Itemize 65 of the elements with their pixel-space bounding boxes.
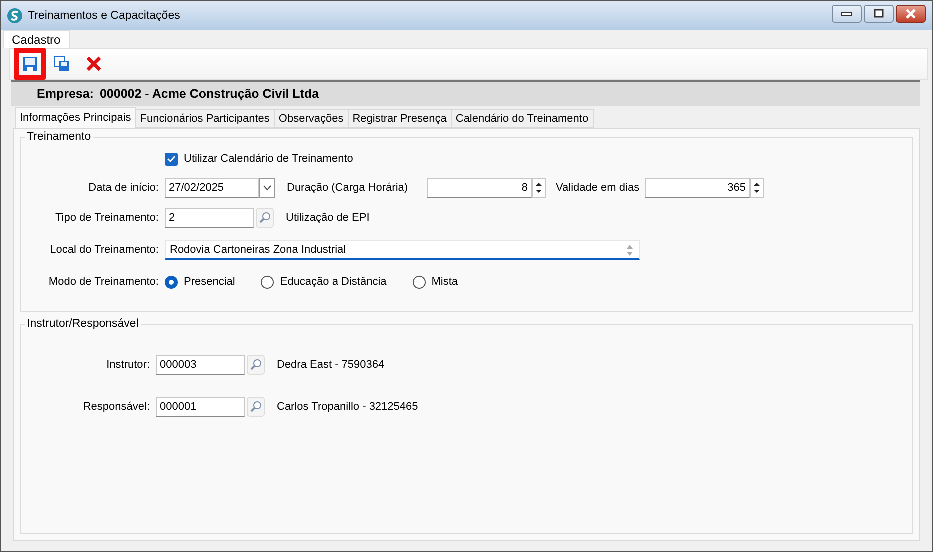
description-text: Utilização de EPI [286, 212, 370, 224]
chevron-down-icon [262, 185, 272, 191]
close-icon [86, 56, 102, 72]
radio-label: Mista [432, 276, 458, 288]
radio-option[interactable]: Presencial [165, 276, 236, 288]
tab[interactable]: Observações [274, 109, 349, 128]
group-title: Instrutor/Responsável [26, 318, 140, 330]
code-field[interactable]: 000001 [156, 397, 245, 417]
maximize-button[interactable] [864, 5, 894, 23]
field-label: Modo de Treinamento: [48, 276, 160, 288]
radio-label: Presencial [184, 276, 236, 288]
code-field[interactable]: 2 [165, 208, 254, 228]
radio-button[interactable] [412, 276, 426, 288]
number-field[interactable]: 365 [645, 178, 750, 198]
company-name: 000002 - Acme Construção Civil Ltda [100, 87, 320, 101]
text-field[interactable]: Rodovia Cartoneiras Zona Industrial [165, 240, 640, 260]
app-logo-icon [7, 8, 23, 24]
field-label: Instrutor: [106, 359, 151, 371]
field-label: Data de início: [88, 182, 160, 194]
field-label: Responsável: [82, 401, 151, 413]
spinner-icon[interactable] [750, 178, 764, 198]
company-label: Empresa: [37, 87, 94, 101]
radio-button[interactable] [165, 276, 178, 288]
search-button[interactable] [247, 397, 265, 417]
tab[interactable]: Informações Principais [15, 107, 136, 128]
close-icon [904, 9, 918, 19]
radio-option[interactable]: Educação a Distância [261, 276, 387, 288]
minimize-icon [841, 11, 853, 17]
tab[interactable]: Funcionários Participantes [135, 109, 275, 128]
radio-button[interactable] [261, 276, 274, 288]
save-button[interactable] [21, 55, 39, 73]
field-label: Validade em dias [556, 182, 641, 194]
code-field[interactable]: 000003 [156, 355, 245, 375]
description-text: Carlos Tropanillo - 32125465 [277, 401, 418, 413]
search-icon [250, 401, 262, 413]
description-text: Dedra East - 7590364 [277, 359, 385, 371]
menu-tab[interactable]: Cadastro [3, 30, 70, 48]
search-icon [250, 359, 262, 371]
checkbox[interactable]: Utilizar Calendário de Treinamento [165, 152, 354, 166]
field-label: Local do Treinamento: [49, 244, 160, 256]
maximize-icon [873, 9, 885, 19]
checkbox-label: Utilizar Calendário de Treinamento [184, 153, 354, 165]
minimize-button[interactable] [832, 5, 862, 23]
radio-label: Educação a Distância [280, 276, 387, 288]
search-button[interactable] [256, 208, 274, 228]
field-value: Rodovia Cartoneiras Zona Industrial [170, 244, 346, 256]
dropdown-button[interactable] [259, 178, 275, 198]
close-button[interactable] [896, 5, 926, 23]
search-button[interactable] [247, 355, 265, 375]
date-field[interactable]: 27/02/2025 [165, 178, 259, 198]
spinner-icon[interactable] [532, 178, 546, 198]
field-label: Tipo de Treinamento: [54, 212, 160, 224]
copy-icon [54, 56, 70, 72]
copy-button[interactable] [53, 55, 71, 73]
cancel-button[interactable] [85, 55, 103, 73]
checkbox-box[interactable] [165, 152, 178, 166]
tab[interactable]: Registrar Presença [348, 109, 452, 128]
tab[interactable]: Calendário do Treinamento [450, 109, 594, 128]
radio-option[interactable]: Mista [412, 276, 458, 288]
field-label: Duração (Carga Horária) [287, 182, 410, 194]
scroll-arrows-icon [625, 242, 635, 256]
search-icon [259, 212, 271, 224]
window-title: Treinamentos e Capacitações [28, 10, 182, 22]
group-title: Treinamento [26, 131, 92, 143]
number-field[interactable]: 8 [427, 178, 532, 198]
